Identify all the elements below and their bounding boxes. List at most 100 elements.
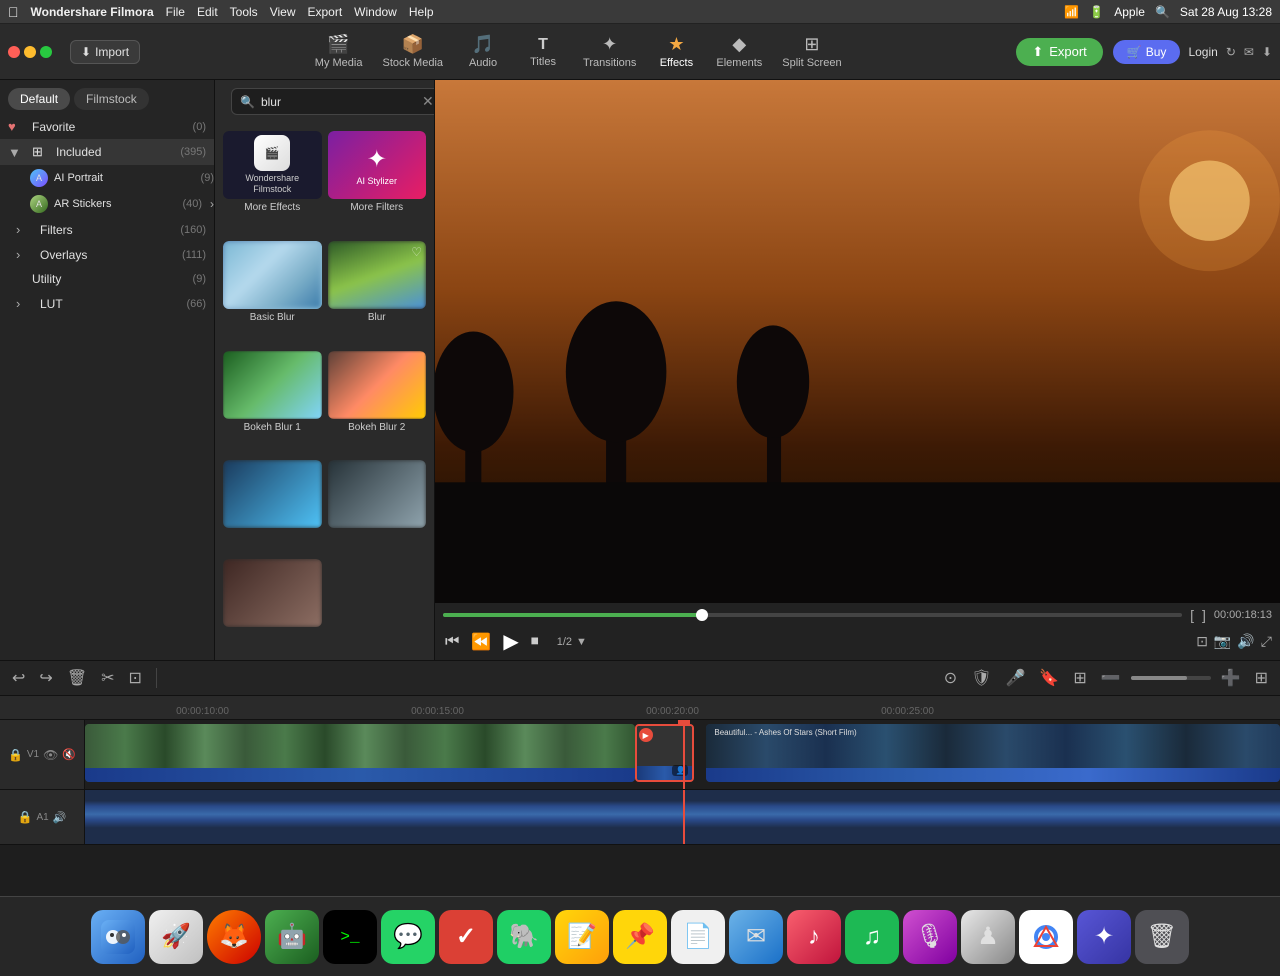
close-button[interactable] — [8, 46, 20, 58]
audio-waveform[interactable] — [85, 790, 1280, 844]
effect-ai-stylizer[interactable]: ✦ AI Stylizer More Filters — [328, 131, 427, 235]
mail-icon[interactable]: ✉ — [1244, 45, 1254, 59]
nav-stock-media[interactable]: 📦 Stock Media — [372, 30, 453, 73]
category-utility[interactable]: Utility (9) — [0, 267, 214, 291]
minus-button[interactable]: ➖ — [1097, 666, 1125, 690]
nav-titles[interactable]: T Titles — [513, 32, 573, 72]
login-button[interactable]: Login — [1188, 45, 1217, 59]
maximize-button[interactable] — [40, 46, 52, 58]
bracket-out[interactable]: ] — [1202, 607, 1206, 623]
effect-row3-3[interactable] — [223, 559, 322, 652]
bracket-in[interactable]: [ — [1190, 607, 1194, 623]
menu-window[interactable]: Window — [354, 5, 397, 19]
dock-podcasts[interactable]: 🎙 — [903, 910, 957, 964]
dock-template[interactable]: 📄 — [671, 910, 725, 964]
video-clip-3[interactable]: Beautiful... - Ashes Of Stars (Short Fil… — [706, 724, 1280, 782]
sub-ai-portrait[interactable]: A AI Portrait (9) — [0, 165, 214, 191]
dock-terminal[interactable]: >_ — [323, 910, 377, 964]
nav-effects[interactable]: ★ Effects — [646, 30, 706, 73]
dock-firefox[interactable]: 🦊 — [207, 910, 261, 964]
track-lock-icon[interactable]: 🔒 — [8, 748, 23, 762]
stop-button[interactable]: ⏹ — [529, 631, 541, 653]
fullscreen-button[interactable]: ⤢ — [1261, 633, 1272, 650]
search-input[interactable] — [261, 95, 416, 109]
zoom-slider[interactable] — [1131, 676, 1211, 680]
dock-stickies[interactable]: 📌 — [613, 910, 667, 964]
fit-screen-button[interactable]: ⊡ — [1196, 633, 1208, 650]
audio-mute-icon[interactable]: 🔊 — [53, 811, 67, 824]
dock-finder[interactable] — [91, 910, 145, 964]
play-button[interactable]: ▶ — [501, 627, 520, 656]
shield-button[interactable]: 🛡 — [967, 666, 995, 690]
effect-bokeh-blur-2[interactable]: Bokeh Blur 2 — [328, 351, 427, 455]
refresh-icon[interactable]: ↻ — [1226, 45, 1236, 59]
menu-edit[interactable]: Edit — [197, 5, 218, 19]
apple-logo-icon[interactable]:  — [8, 4, 19, 20]
frame-back-button[interactable]: ⏪ — [469, 630, 493, 654]
tab-default[interactable]: Default — [8, 88, 70, 110]
dock-spotify[interactable]: ♫ — [845, 910, 899, 964]
dock-android-studio[interactable]: 🤖 — [265, 910, 319, 964]
plus-button[interactable]: ➕ — [1217, 666, 1245, 690]
effect-row3-1[interactable] — [223, 460, 322, 553]
cut-button[interactable]: ✂ — [97, 666, 118, 690]
video-clip-2[interactable]: ▶ 👤 — [635, 724, 695, 782]
dock-evernote[interactable]: 🐘 — [497, 910, 551, 964]
playhead[interactable] — [683, 720, 685, 789]
nav-split-screen[interactable]: ⊞ Split Screen — [772, 30, 851, 73]
menu-help[interactable]: Help — [409, 5, 434, 19]
video-clip-1[interactable] — [85, 724, 635, 782]
effect-more-effects[interactable]: 🎬 WondershareFilmstock More Effects — [223, 131, 322, 235]
scene-detect-button[interactable]: ⊙ — [940, 666, 961, 690]
dock-chrome[interactable] — [1019, 910, 1073, 964]
heart-icon[interactable]: ♡ — [411, 245, 422, 259]
bookmark-button[interactable]: 🔖 — [1035, 666, 1063, 690]
delete-button[interactable]: 🗑 — [63, 666, 91, 690]
nav-elements[interactable]: ◆ Elements — [706, 30, 772, 73]
dock-notes[interactable]: 📝 — [555, 910, 609, 964]
dock-whatsapp[interactable]: 💬 — [381, 910, 435, 964]
sub-ar-stickers[interactable]: A AR Stickers (40) › — [0, 191, 214, 217]
effect-bokeh-blur-1[interactable]: Bokeh Blur 1 — [223, 351, 322, 455]
nav-audio[interactable]: 🎵 Audio — [453, 30, 513, 73]
category-filters[interactable]: › Filters (160) — [0, 217, 214, 242]
dock-todoist[interactable]: ✓ — [439, 910, 493, 964]
pip-button[interactable]: ⊞ — [1069, 666, 1090, 690]
category-included[interactable]: ▼ ⊞ Included (395) — [0, 139, 214, 165]
clear-icon[interactable]: ✕ — [422, 93, 434, 110]
menu-file[interactable]: File — [166, 5, 185, 19]
tab-filmstock[interactable]: Filmstock — [74, 88, 149, 110]
effect-row3-2[interactable] — [328, 460, 427, 553]
scrubber-track[interactable] — [443, 613, 1182, 617]
dock-music[interactable]: ♪ — [787, 910, 841, 964]
menubar-search-icon[interactable]: 🔍 — [1155, 5, 1170, 19]
import-button[interactable]: ⬇ Import — [70, 40, 140, 64]
category-favorite[interactable]: ♥ Favorite (0) — [0, 114, 214, 139]
menu-view[interactable]: View — [270, 5, 296, 19]
redo-button[interactable]: ↪ — [35, 666, 56, 690]
track-eye-icon[interactable]: 👁 — [43, 748, 58, 762]
snapshot-button[interactable]: 📷 — [1214, 633, 1231, 650]
effect-blur[interactable]: ♡ Blur — [328, 241, 427, 345]
mic-button[interactable]: 🎤 — [1002, 666, 1030, 690]
undo-button[interactable]: ↩ — [8, 666, 29, 690]
dock-trash[interactable]: 🗑 — [1135, 910, 1189, 964]
dock-topnotch[interactable]: ✦ — [1077, 910, 1131, 964]
volume-button[interactable]: 🔊 — [1237, 633, 1254, 650]
buy-button[interactable]: 🛒 Buy — [1113, 40, 1181, 64]
audio-track-lock-icon[interactable]: 🔒 — [18, 810, 33, 824]
nav-my-media[interactable]: 🎬 My Media — [305, 30, 373, 73]
skip-back-button[interactable]: ⏮ — [443, 631, 461, 653]
crop-button[interactable]: ⊡ — [125, 666, 146, 690]
download-icon[interactable]: ⬇ — [1262, 45, 1272, 59]
video-track-content[interactable]: ▶ 👤 Beautiful... - Ashes Of Stars (Short… — [85, 720, 1280, 789]
layout-button[interactable]: ⊞ — [1251, 666, 1272, 690]
category-overlays[interactable]: › Overlays (111) — [0, 242, 214, 267]
effect-basic-blur[interactable]: Basic Blur — [223, 241, 322, 345]
export-button[interactable]: ⬆ Export — [1016, 38, 1102, 66]
category-lut[interactable]: › LUT (66) — [0, 291, 214, 316]
track-audio-icon[interactable]: 🔇 — [62, 748, 76, 761]
menu-tools[interactable]: Tools — [230, 5, 258, 19]
scrubber-thumb[interactable] — [696, 609, 708, 621]
app-name[interactable]: Wondershare Filmora — [31, 5, 154, 19]
